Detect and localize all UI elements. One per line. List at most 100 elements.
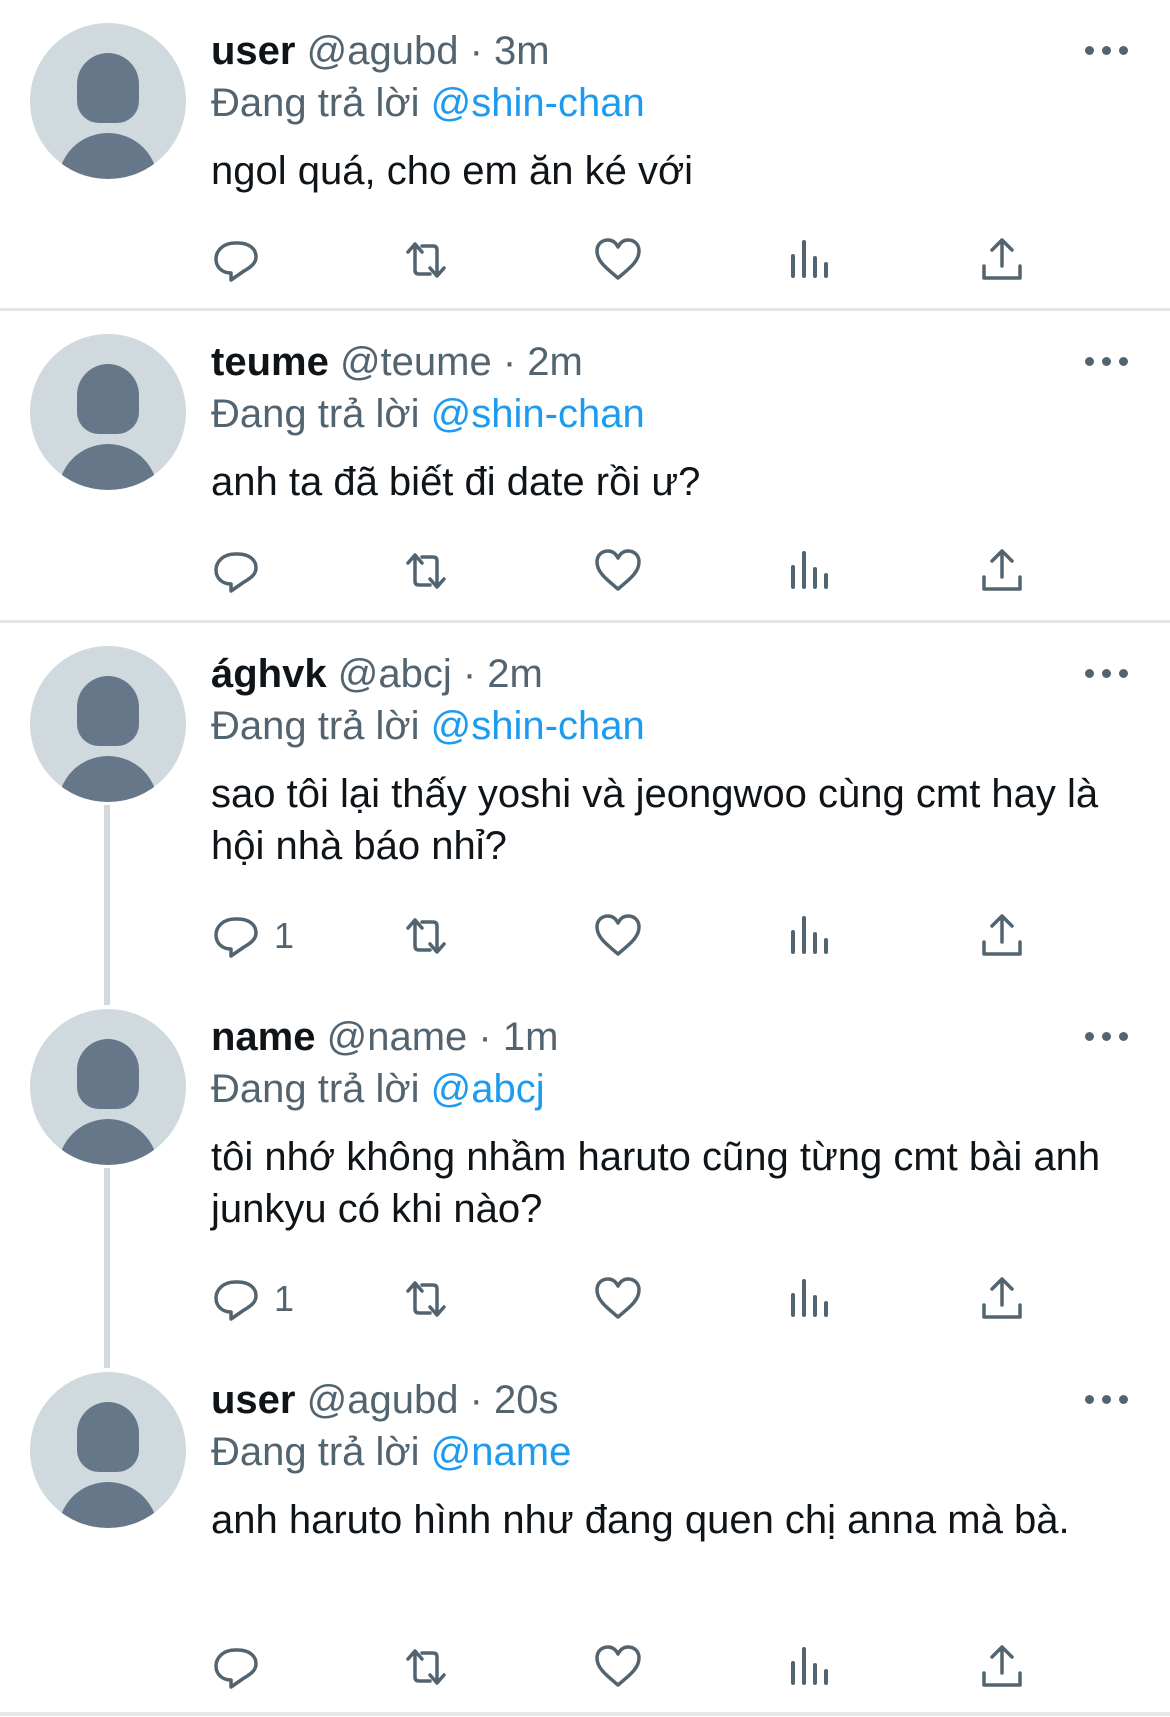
share-button[interactable]: [976, 1639, 1028, 1695]
reply-button[interactable]: [210, 543, 274, 599]
tweet-meta: user @agubd · 3m: [211, 27, 550, 75]
mention-link[interactable]: @abcj: [431, 1067, 545, 1111]
views-button[interactable]: [784, 908, 836, 964]
author-name[interactable]: ághvk: [211, 652, 327, 696]
more-options-icon[interactable]: [1085, 44, 1129, 58]
separator-dot: ·: [469, 1378, 483, 1422]
mention-link[interactable]: @name: [431, 1430, 572, 1474]
tweet-item[interactable]: user @agubd · 3m Đang trả lời @shin-chan…: [0, 0, 1170, 310]
tweet-meta: teume @teume · 2m: [211, 338, 583, 386]
like-button[interactable]: [592, 232, 644, 288]
share-button[interactable]: [976, 908, 1028, 964]
author-name[interactable]: user: [211, 1378, 296, 1422]
tweet-text: anh ta đã biết đi date rồi ư?: [211, 460, 701, 504]
share-button[interactable]: [976, 1271, 1028, 1327]
bar-chart-icon: [791, 240, 828, 278]
separator-dot: ·: [502, 340, 517, 384]
tweet-meta: ághvk @abcj · 2m: [211, 650, 543, 698]
retweet-arrows-icon: [406, 1281, 446, 1317]
separator-dot: ·: [462, 652, 477, 696]
reply-button[interactable]: [210, 1639, 274, 1695]
author-name[interactable]: teume: [211, 340, 329, 384]
share-button[interactable]: [976, 232, 1028, 288]
tweet-text: sao tôi lại thấy yoshi và jeongwoo cùng …: [211, 772, 1099, 868]
reply-to-line: Đang trả lời @shin-chan: [211, 702, 645, 750]
avatar[interactable]: [30, 646, 186, 802]
heart-outline-icon: [595, 238, 641, 280]
author-name[interactable]: name: [211, 1015, 316, 1059]
tweet-actions: 1: [0, 908, 1170, 964]
avatar[interactable]: [30, 1372, 186, 1528]
speech-bubble-icon: [214, 1648, 258, 1689]
share-upload-icon: [982, 1645, 1022, 1687]
reply-prefix: Đang trả lời: [211, 704, 420, 748]
author-name[interactable]: user: [211, 29, 296, 73]
views-button[interactable]: [784, 1639, 836, 1695]
author-handle[interactable]: @abcj: [338, 652, 452, 696]
bar-chart-icon: [791, 916, 828, 954]
share-upload-icon: [982, 1277, 1022, 1319]
like-button[interactable]: [592, 1639, 644, 1695]
retweet-button[interactable]: [400, 1639, 452, 1695]
timestamp[interactable]: 1m: [503, 1015, 559, 1059]
tweet-divider: [0, 1712, 1170, 1716]
bar-chart-icon: [791, 1279, 828, 1317]
more-options-icon[interactable]: [1085, 1030, 1129, 1044]
speech-bubble-icon: [214, 241, 258, 282]
speech-bubble-icon: [214, 1280, 258, 1321]
views-button[interactable]: [784, 543, 836, 599]
avatar[interactable]: [30, 334, 186, 490]
retweet-button[interactable]: [400, 232, 452, 288]
retweet-button[interactable]: [400, 543, 452, 599]
speech-bubble-icon: [214, 552, 258, 593]
more-options-icon[interactable]: [1085, 667, 1129, 681]
views-button[interactable]: [784, 232, 836, 288]
retweet-arrows-icon: [406, 1649, 446, 1685]
author-handle[interactable]: @name: [327, 1015, 468, 1059]
speech-bubble-icon: [214, 917, 258, 958]
author-handle[interactable]: @agubd: [307, 29, 459, 73]
reply-count: 1: [274, 1278, 295, 1319]
like-button[interactable]: [592, 1271, 644, 1327]
retweet-arrows-icon: [406, 918, 446, 954]
author-handle[interactable]: @teume: [340, 340, 492, 384]
tweet-text: anh haruto hình như đang quen chị anna m…: [211, 1498, 1070, 1542]
share-upload-icon: [982, 549, 1022, 591]
tweet-actions: [0, 543, 1170, 599]
tweet-item[interactable]: ághvk @abcj · 2m Đang trả lời @shin-chan…: [0, 623, 1170, 987]
share-button[interactable]: [976, 543, 1028, 599]
like-button[interactable]: [592, 543, 644, 599]
like-button[interactable]: [592, 908, 644, 964]
reply-button[interactable]: 1: [210, 908, 294, 964]
retweet-button[interactable]: [400, 1271, 452, 1327]
share-upload-icon: [982, 238, 1022, 280]
timestamp[interactable]: 2m: [487, 652, 543, 696]
bar-chart-icon: [791, 1647, 828, 1685]
avatar[interactable]: [30, 23, 186, 179]
mention-link[interactable]: @shin-chan: [431, 81, 645, 125]
tweet-item[interactable]: teume @teume · 2m Đang trả lời @shin-cha…: [0, 311, 1170, 621]
heart-outline-icon: [595, 1645, 641, 1687]
timestamp[interactable]: 20s: [494, 1378, 559, 1422]
tweet-item[interactable]: name @name · 1m Đang trả lời @abcj tôi n…: [0, 986, 1170, 1350]
heart-outline-icon: [595, 1277, 641, 1319]
retweet-button[interactable]: [400, 908, 452, 964]
author-handle[interactable]: @agubd: [307, 1378, 459, 1422]
reply-button[interactable]: [210, 232, 274, 288]
timestamp[interactable]: 2m: [527, 340, 583, 384]
tweet-actions: 1: [0, 1271, 1170, 1327]
mention-link[interactable]: @shin-chan: [431, 392, 645, 436]
separator-dot: ·: [478, 1015, 492, 1059]
timestamp[interactable]: 3m: [494, 29, 550, 73]
more-options-icon[interactable]: [1085, 355, 1129, 369]
more-options-icon[interactable]: [1085, 1393, 1129, 1407]
separator-dot: ·: [469, 29, 483, 73]
mention-link[interactable]: @shin-chan: [431, 704, 645, 748]
avatar[interactable]: [30, 1009, 186, 1165]
reply-prefix: Đang trả lời: [211, 1067, 420, 1111]
views-button[interactable]: [784, 1271, 836, 1327]
reply-button[interactable]: 1: [210, 1271, 294, 1327]
tweet-actions: [0, 232, 1170, 288]
tweet-item[interactable]: user @agubd · 20s Đang trả lời @name anh…: [0, 1349, 1170, 1713]
reply-to-line: Đang trả lời @shin-chan: [211, 79, 645, 127]
